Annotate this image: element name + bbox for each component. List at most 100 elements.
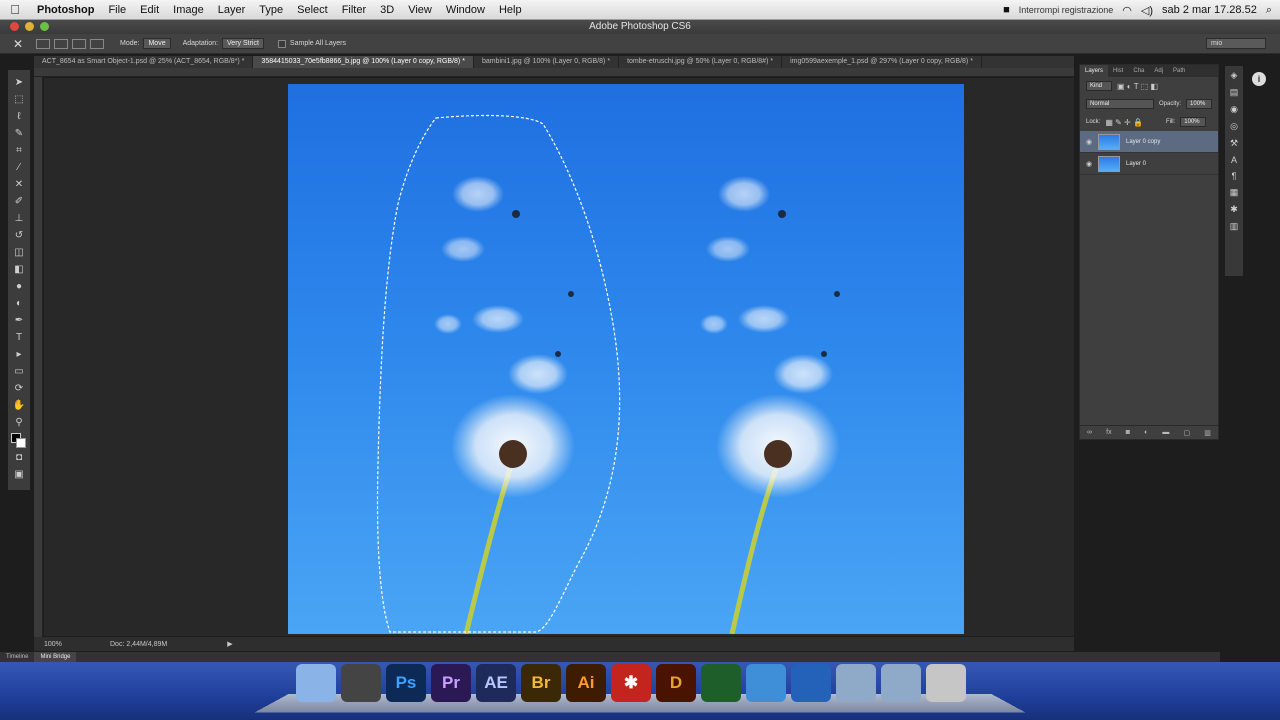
dodge-tool-icon[interactable]: ◐: [11, 295, 27, 312]
disk-utility-dock-icon[interactable]: [341, 664, 381, 702]
menu-type[interactable]: Type: [252, 4, 290, 16]
blur-tool-icon[interactable]: ●: [11, 278, 27, 295]
downloads-dock-icon[interactable]: [881, 664, 921, 702]
layer-row[interactable]: ◉ Layer 0 copy: [1080, 131, 1218, 153]
lock-icons[interactable]: ▦ ✎ ✛ 🔒: [1105, 118, 1143, 127]
diablo-dock-icon[interactable]: D: [656, 664, 696, 702]
history-icon[interactable]: ▤: [1230, 87, 1239, 98]
hand-tool-icon[interactable]: ✋: [11, 397, 27, 414]
tab-adjustments[interactable]: Adj: [1149, 65, 1168, 77]
folder-icon[interactable]: ▬: [1162, 429, 1169, 436]
tool-presets-icon[interactable]: ⚒: [1230, 138, 1238, 149]
brush-presets-icon[interactable]: ▦: [1230, 187, 1239, 198]
layer-row[interactable]: ◉ Layer 0: [1080, 153, 1218, 175]
premiere-dock-icon[interactable]: Pr: [431, 664, 471, 702]
clone-source-icon[interactable]: ✱: [1230, 204, 1238, 215]
subtract-selection-icon[interactable]: [72, 38, 86, 49]
menu-image[interactable]: Image: [166, 4, 211, 16]
tab-layers[interactable]: Layers: [1080, 65, 1109, 77]
screen-mode-icon[interactable]: ▣: [11, 466, 27, 483]
kind-filter-select[interactable]: Kind: [1086, 81, 1112, 91]
after-effects-dock-icon[interactable]: AE: [476, 664, 516, 702]
crop-tool-icon[interactable]: ⌗: [11, 142, 27, 159]
path-selection-icon[interactable]: ▸: [11, 346, 27, 363]
zoom-tool-icon[interactable]: ⚲: [11, 414, 27, 431]
bridge-dock-icon[interactable]: Br: [521, 664, 561, 702]
new-layer-icon[interactable]: ▢: [1184, 429, 1191, 437]
clock[interactable]: sab 2 mar 17.28.52: [1162, 4, 1257, 16]
volume-icon[interactable]: ◁): [1141, 4, 1153, 17]
record-icon[interactable]: ■: [1003, 4, 1010, 16]
trash-icon[interactable]: ▥: [1204, 429, 1211, 437]
safari-dock-icon[interactable]: [746, 664, 786, 702]
menu-file[interactable]: File: [101, 4, 133, 16]
new-selection-icon[interactable]: [36, 38, 50, 49]
menu-layer[interactable]: Layer: [211, 4, 253, 16]
quick-mask-icon[interactable]: ◘: [11, 449, 27, 466]
menu-3d[interactable]: 3D: [373, 4, 401, 16]
menu-window[interactable]: Window: [439, 4, 492, 16]
paragraph-icon[interactable]: ¶: [1232, 171, 1237, 181]
quicktime-dock-icon[interactable]: [791, 664, 831, 702]
globe-dock-icon[interactable]: [701, 664, 741, 702]
background-color[interactable]: [16, 438, 26, 448]
menu-view[interactable]: View: [401, 4, 439, 16]
link-icon[interactable]: ∞: [1087, 429, 1092, 436]
history-brush-icon[interactable]: ↺: [11, 227, 27, 244]
swatches-icon[interactable]: ◎: [1230, 121, 1238, 132]
document-tab[interactable]: img0599aexemple_1.psd @ 297% (Layer 0 co…: [782, 56, 982, 68]
eye-icon[interactable]: ◉: [1080, 160, 1098, 168]
shape-tool-icon[interactable]: ▭: [11, 363, 27, 380]
opacity-input[interactable]: 100%: [1186, 99, 1213, 109]
mini-bridge-tab[interactable]: Mini Bridge: [34, 652, 77, 662]
gradient-tool-icon[interactable]: ◧: [11, 261, 27, 278]
status-menu-icon[interactable]: ▶: [227, 640, 232, 648]
layers-icon[interactable]: ◈: [1231, 70, 1238, 81]
workspace-select[interactable]: mio: [1206, 38, 1266, 49]
trash-dock-icon[interactable]: [926, 664, 966, 702]
blend-mode-select[interactable]: Normal: [1086, 99, 1154, 109]
tab-channels[interactable]: Cha: [1128, 65, 1149, 77]
pen-tool-icon[interactable]: ✒: [11, 312, 27, 329]
doc-size[interactable]: Doc: 2,44M/4,89M: [110, 641, 167, 648]
character-icon[interactable]: A: [1231, 155, 1237, 165]
add-selection-icon[interactable]: [54, 38, 68, 49]
applications-dock-icon[interactable]: [836, 664, 876, 702]
mode-select[interactable]: Move: [143, 38, 171, 49]
document-tab[interactable]: tombe-etruschi.jpg @ 50% (Layer 0, RGB/8…: [619, 56, 783, 68]
timeline-tab[interactable]: Timeline: [0, 652, 34, 662]
menu-edit[interactable]: Edit: [133, 4, 166, 16]
tab-history[interactable]: Hist: [1108, 65, 1128, 77]
content-aware-move-tool-icon[interactable]: ✕: [0, 37, 36, 51]
marquee-tool-icon[interactable]: ⬚: [11, 91, 27, 108]
photoshop-dock-icon[interactable]: Ps: [386, 664, 426, 702]
3d-tool-icon[interactable]: ⟳: [11, 380, 27, 397]
menu-photoshop[interactable]: Photoshop: [30, 4, 101, 16]
adjustment-icon[interactable]: ◐: [1144, 429, 1148, 436]
document-tab-active[interactable]: 3584415033_70e5fb8866_b.jpg @ 100% (Laye…: [253, 56, 474, 68]
document-canvas[interactable]: [288, 84, 964, 634]
spotlight-icon[interactable]: ⌕: [1266, 4, 1272, 17]
zoom-level[interactable]: 100%: [34, 641, 70, 648]
finder-dock-icon[interactable]: [296, 664, 336, 702]
filter-icons[interactable]: ▣ ◐ T ⬚ ◧: [1117, 82, 1158, 91]
fx-icon[interactable]: fx: [1106, 429, 1111, 436]
app-dock-icon[interactable]: ✱: [611, 664, 651, 702]
menu-select[interactable]: Select: [290, 4, 335, 16]
info-icon[interactable]: i: [1252, 72, 1266, 86]
minimize-icon[interactable]: [25, 22, 34, 31]
color-icon[interactable]: ◉: [1230, 104, 1238, 115]
adaptation-select[interactable]: Very Strict: [222, 38, 264, 49]
document-tab[interactable]: ACT_8654 as Smart Object-1.psd @ 25% (AC…: [34, 56, 254, 68]
fill-input[interactable]: 100%: [1180, 117, 1207, 127]
move-tool-icon[interactable]: ➤: [11, 74, 27, 91]
menu-help[interactable]: Help: [492, 4, 529, 16]
mask-icon[interactable]: ◙: [1126, 429, 1130, 436]
color-swatches[interactable]: [11, 433, 27, 449]
close-icon[interactable]: [10, 22, 19, 31]
document-tab[interactable]: bambini1.jpg @ 100% (Layer 0, RGB/8) *: [474, 56, 620, 68]
menu-filter[interactable]: Filter: [335, 4, 373, 16]
stamp-tool-icon[interactable]: ⊥: [11, 210, 27, 227]
quick-selection-tool-icon[interactable]: ✎: [11, 125, 27, 142]
content-aware-move-icon[interactable]: ✕: [11, 176, 27, 193]
